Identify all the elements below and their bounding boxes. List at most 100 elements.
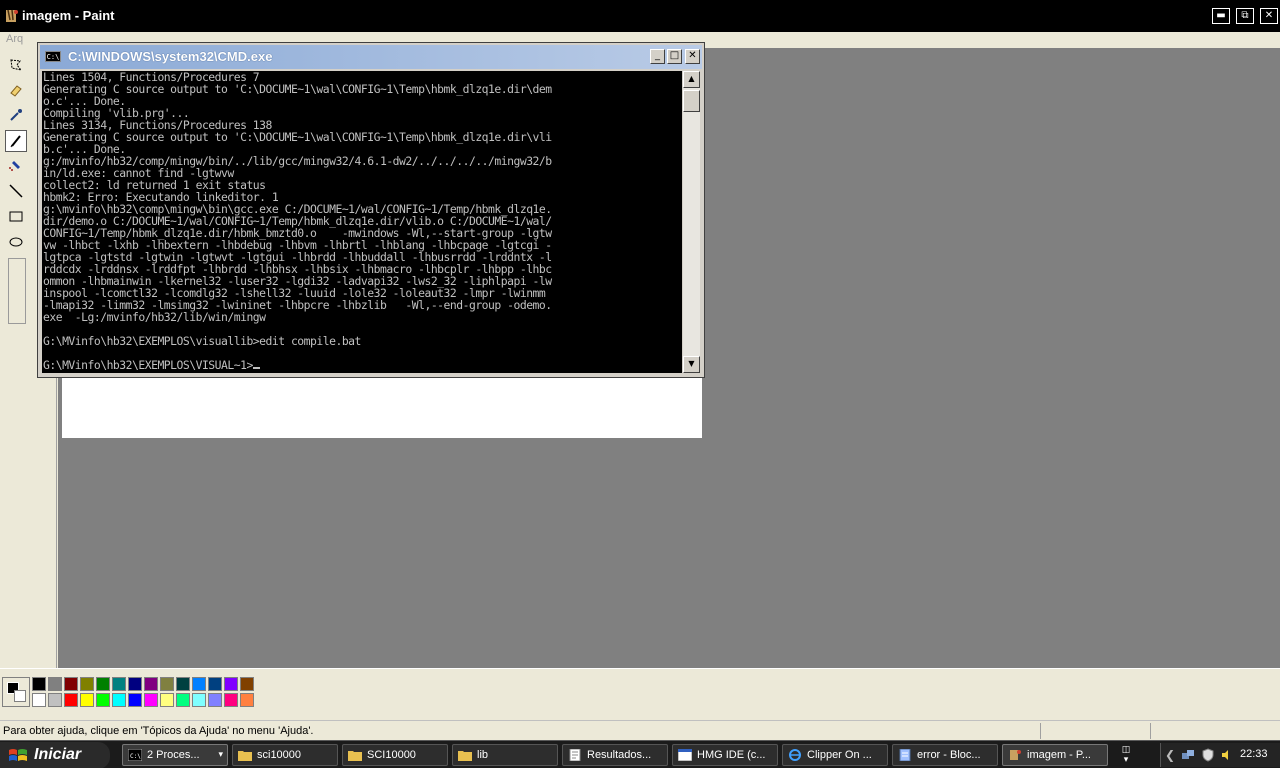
console-line: Generating C source output to 'C:\DOCUME… (43, 130, 552, 144)
group-arrow-icon: ▾ (218, 749, 223, 759)
taskbar-item-resultados[interactable]: Resultados... (562, 744, 668, 766)
status-panel-1 (1040, 723, 1120, 739)
tray-expand-icon[interactable]: ❮ (1165, 748, 1179, 762)
color-swatch[interactable] (208, 693, 222, 707)
scroll-thumb[interactable] (683, 90, 700, 112)
folder-icon (458, 751, 472, 761)
taskbar-item-label: error - Bloc... (917, 749, 981, 761)
color-swatch[interactable] (96, 693, 110, 707)
color-swatch[interactable] (48, 677, 62, 691)
color-swatch[interactable] (160, 677, 174, 691)
airbrush-tool[interactable] (5, 155, 27, 177)
taskbar-item-SCI10000[interactable]: SCI10000 (342, 744, 448, 766)
start-label: Iniciar (34, 746, 82, 763)
cmd-title-bar[interactable]: C:\ C:\WINDOWS\system32\CMD.exe _ □ ✕ (40, 45, 702, 69)
color-swatch[interactable] (224, 677, 238, 691)
minimize-button[interactable]: ▬ (1212, 8, 1230, 24)
color-swatch[interactable] (144, 677, 158, 691)
paint-title-bar[interactable]: imagem - Paint ▬ ⧉ ✕ (0, 0, 1280, 32)
cmd-console[interactable]: Lines 1504, Functions/Procedures 7 Genera… (42, 71, 682, 373)
color-swatch[interactable] (240, 677, 254, 691)
taskbar-item-error-bloco[interactable]: error - Bloc... (892, 744, 998, 766)
quick-launch-toggle-icon[interactable]: ◫ ▾ (1118, 745, 1134, 765)
color-swatch[interactable] (64, 677, 78, 691)
color-swatch[interactable] (208, 677, 222, 691)
color-swatch[interactable] (96, 677, 110, 691)
console-line: Generating C source output to 'C:\DOCUME… (43, 82, 552, 96)
network-icon[interactable] (1181, 748, 1195, 762)
color-swatch[interactable] (64, 693, 78, 707)
restore-button[interactable]: ⧉ (1236, 8, 1254, 24)
free-select-tool[interactable] (5, 54, 27, 76)
document-icon (569, 749, 581, 761)
free-select-icon (10, 59, 23, 71)
taskbar-item-hmg-ide[interactable]: HMG IDE (c... (672, 744, 778, 766)
ellipse-tool[interactable] (5, 230, 27, 252)
tool-options-box[interactable] (8, 258, 26, 324)
color-swatch[interactable] (224, 693, 238, 707)
taskbar-item-label: Resultados... (587, 749, 652, 761)
color-swatch[interactable] (192, 677, 206, 691)
color-swatch[interactable] (80, 693, 94, 707)
scroll-down-button[interactable]: ▼ (683, 356, 700, 373)
color-swatch[interactable] (128, 693, 142, 707)
color-swatch[interactable] (144, 693, 158, 707)
color-swatch[interactable] (192, 693, 206, 707)
color-swatch[interactable] (112, 677, 126, 691)
start-button[interactable]: Iniciar (0, 742, 110, 768)
taskbar-item-clipper-on[interactable]: Clipper On ... (782, 744, 888, 766)
color-swatch[interactable] (176, 677, 190, 691)
color-swatch[interactable] (128, 677, 142, 691)
eyedropper-tool[interactable] (5, 104, 27, 126)
close-button[interactable]: ✕ (1260, 8, 1278, 24)
background-color (14, 690, 26, 702)
taskbar-item-imagem-paint[interactable]: imagem - P... (1002, 744, 1108, 766)
color-swatch[interactable] (240, 693, 254, 707)
pencil-tool[interactable] (5, 130, 27, 152)
folder-icon (348, 751, 362, 761)
security-shield-icon[interactable] (1201, 748, 1215, 762)
window-icon (678, 749, 692, 761)
status-help-text: Para obter ajuda, clique em 'Tópicos da … (3, 725, 314, 737)
system-tray: ❮ 22:33 (1160, 743, 1280, 767)
ie-icon (789, 749, 801, 761)
cmd-scrollbar[interactable]: ▲ ▼ (683, 71, 700, 373)
line-tool[interactable] (5, 180, 27, 202)
folder-icon (238, 751, 252, 761)
cmd-close-button[interactable]: ✕ (685, 49, 700, 64)
eraser-tool[interactable] (5, 79, 27, 101)
rectangle-tool[interactable] (5, 205, 27, 227)
paint-app-icon (6, 9, 18, 22)
cmd-icon: C:\ (128, 749, 142, 761)
cmd-minimize-button[interactable]: _ (650, 49, 665, 64)
color-palette (0, 668, 1280, 720)
eraser-icon (10, 85, 22, 97)
taskbar-item-lib[interactable]: lib (452, 744, 558, 766)
cmd-icon: C:\ (45, 51, 61, 62)
color-swatch[interactable] (32, 693, 46, 707)
status-panel-2 (1150, 723, 1280, 739)
taskbar-item-sci10000[interactable]: sci10000 (232, 744, 338, 766)
color-swatch[interactable] (48, 693, 62, 707)
menu-arquivo[interactable]: Arq (6, 33, 23, 45)
eyedropper-icon (10, 109, 22, 121)
rectangle-icon (9, 211, 23, 222)
taskbar-item-cmd-group[interactable]: C:\ 2 Proces... ▾ (122, 744, 228, 766)
cmd-output: Lines 1504, Functions/Procedures 7 Genera… (42, 71, 682, 371)
color-swatch[interactable] (80, 677, 94, 691)
taskbar-item-label: lib (477, 749, 489, 761)
airbrush-icon (9, 161, 20, 171)
current-colors[interactable] (2, 677, 30, 707)
scroll-up-button[interactable]: ▲ (683, 71, 700, 88)
color-swatch[interactable] (32, 677, 46, 691)
color-swatch[interactable] (176, 693, 190, 707)
cmd-maximize-button[interactable]: □ (667, 49, 682, 64)
line-icon (9, 184, 23, 198)
volume-icon[interactable] (1219, 748, 1233, 762)
color-swatch[interactable] (112, 693, 126, 707)
color-swatch[interactable] (160, 693, 174, 707)
tray-clock[interactable]: 22:33 (1240, 748, 1268, 760)
console-line: exe -Lg:/mvinfo/hb32/lib/win/mingw (43, 310, 266, 324)
taskbar-item-label: 2 Proces... (147, 749, 200, 761)
taskbar-item-label: HMG IDE (c... (697, 749, 766, 761)
